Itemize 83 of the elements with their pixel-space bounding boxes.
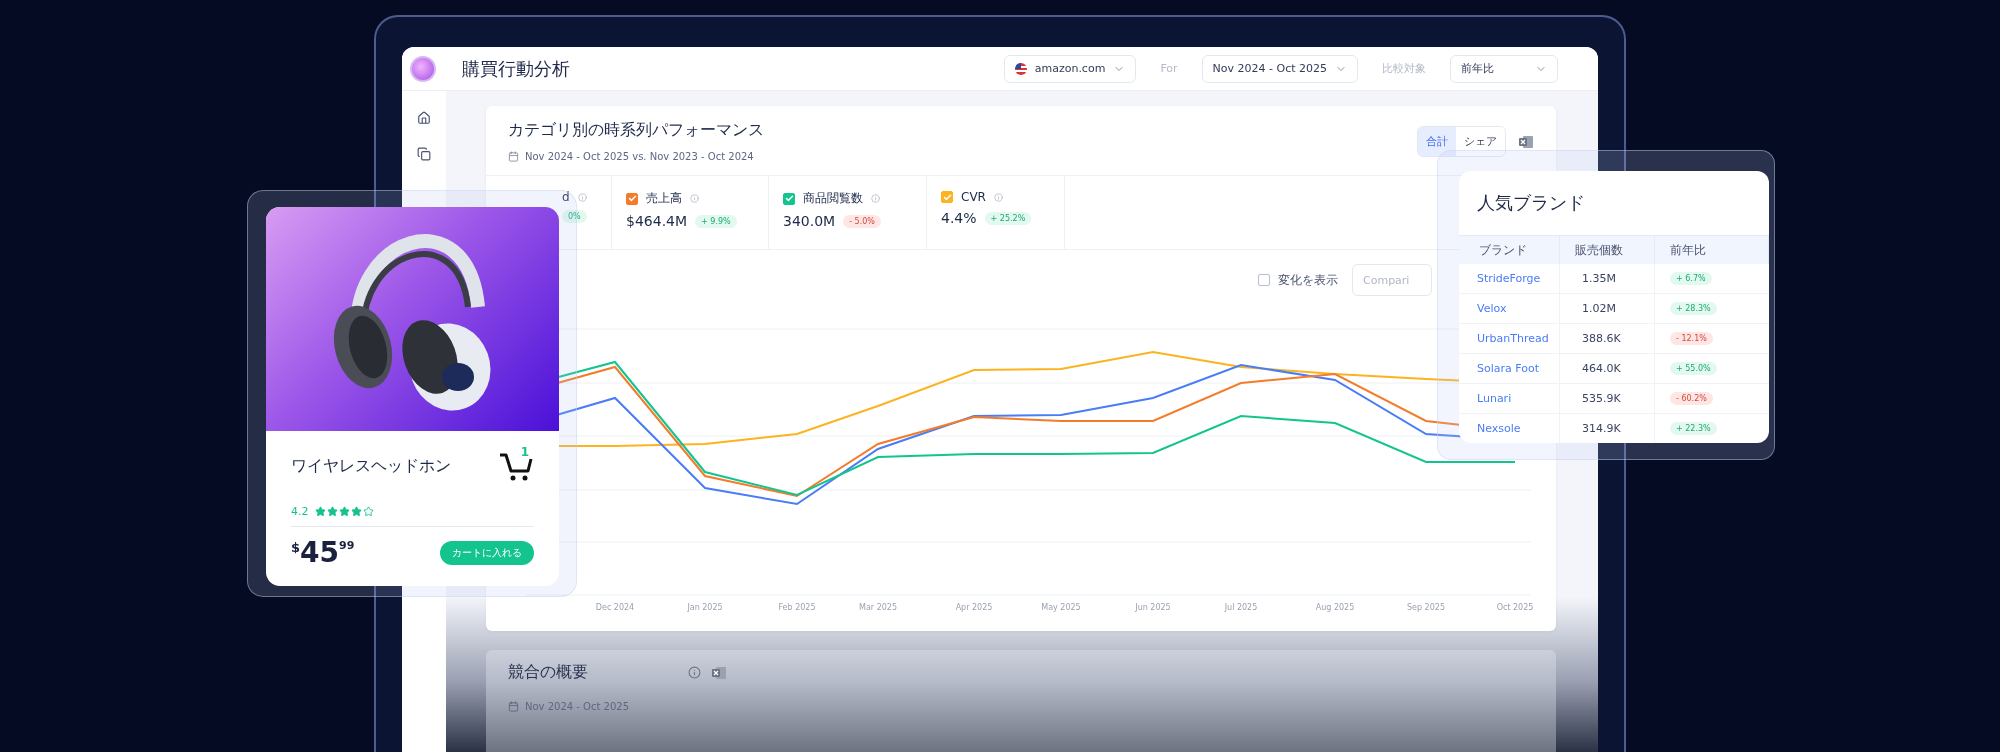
- column-header: ブランド: [1459, 235, 1560, 264]
- units-cell: 464.0K: [1582, 362, 1621, 375]
- change-badge: + 9.9%: [695, 214, 737, 228]
- axis-label: Sep 2025: [1407, 603, 1445, 612]
- date-range: Nov 2024 - Oct 2025: [525, 701, 630, 712]
- change-badge: 0%: [562, 210, 587, 223]
- compare-label: 比較対象: [1382, 61, 1426, 76]
- brand-link[interactable]: StrideForge: [1477, 272, 1541, 285]
- star-icon: [350, 506, 362, 517]
- comparison-field[interactable]: Compari: [1352, 264, 1432, 296]
- axis-label: Apr 2025: [955, 603, 993, 612]
- info-icon[interactable]: [688, 666, 701, 679]
- excel-icon[interactable]: [711, 664, 727, 681]
- change-badge: - 12.1%: [1670, 332, 1713, 345]
- star-icon: [326, 506, 338, 517]
- card-title: 人気ブランド: [1476, 191, 1586, 215]
- rating-value: 4.2: [291, 505, 309, 518]
- column-header: 販売個数: [1560, 235, 1655, 264]
- brand-link[interactable]: Velox: [1477, 302, 1507, 315]
- copy-icon[interactable]: [417, 147, 431, 161]
- brand-link[interactable]: Lunari: [1477, 392, 1512, 405]
- compare-select[interactable]: 前年比: [1450, 54, 1558, 83]
- metric-label: d: [562, 190, 570, 204]
- metric-checkbox[interactable]: [941, 191, 953, 203]
- units-cell: 1.02M: [1582, 302, 1616, 315]
- home-icon[interactable]: [417, 111, 431, 125]
- star-icon: [314, 506, 326, 517]
- axis-label: Mar 2025: [859, 603, 897, 612]
- for-label: For: [1160, 62, 1178, 75]
- calendar-icon: [508, 151, 519, 162]
- excel-icon[interactable]: [1518, 133, 1534, 150]
- cart-count: 1: [520, 445, 529, 459]
- checkbox[interactable]: [1258, 274, 1270, 286]
- star-icon: [362, 506, 374, 517]
- units-cell: 1.35M: [1582, 272, 1616, 285]
- card-title: カテゴリ別の時系列パフォーマンス: [508, 120, 764, 141]
- change-badge: + 28.3%: [1670, 302, 1717, 315]
- page-title: 購買行動分析: [462, 56, 571, 81]
- units-cell: 535.9K: [1582, 392, 1621, 405]
- metric-checkbox[interactable]: [626, 192, 638, 205]
- axis-label: May 2025: [1041, 603, 1081, 612]
- card-title: 競合の概要: [508, 662, 588, 683]
- change-badge: + 25.2%: [984, 211, 1032, 225]
- period-select[interactable]: Nov 2024 - Oct 2025: [1201, 54, 1358, 83]
- brand-link[interactable]: Nexsole: [1477, 422, 1521, 435]
- units-cell: 314.9K: [1582, 422, 1621, 435]
- axis-label: Dec 2024: [595, 603, 635, 612]
- marketplace-select[interactable]: amazon.com: [1003, 54, 1137, 83]
- column-header: 前年比: [1655, 235, 1769, 264]
- axis-label: Jan 2025: [687, 603, 723, 612]
- info-icon[interactable]: [871, 194, 880, 203]
- flag-icon: [1014, 62, 1027, 75]
- axis-label: Jul 2025: [1224, 603, 1258, 612]
- axis-label: Jun 2025: [1135, 603, 1171, 612]
- view-tab[interactable]: 合計: [1418, 127, 1456, 156]
- metric-value: 4.4%: [941, 210, 977, 226]
- brand-link[interactable]: UrbanThread: [1477, 332, 1549, 345]
- change-badge: + 55.0%: [1670, 362, 1717, 375]
- info-icon[interactable]: [690, 194, 699, 203]
- calendar-icon: [508, 701, 519, 712]
- axis-label: Aug 2025: [1315, 603, 1355, 612]
- logo-icon[interactable]: [410, 55, 436, 82]
- axis-label: Oct 2025: [1496, 603, 1534, 612]
- change-badge: - 5.0%: [843, 214, 881, 228]
- info-icon[interactable]: [577, 192, 587, 202]
- change-badge: + 22.3%: [1670, 422, 1717, 435]
- product-name: ワイヤレスヘッドホン: [291, 455, 451, 477]
- axis-label: Feb 2025: [778, 603, 816, 612]
- change-badge: - 60.2%: [1670, 392, 1713, 405]
- units-cell: 388.6K: [1582, 332, 1621, 345]
- metric-value: 340.0M: [783, 213, 836, 229]
- metric-label: 売上高: [646, 190, 682, 207]
- metric-checkbox[interactable]: [783, 192, 795, 205]
- change-badge: + 6.7%: [1670, 272, 1712, 285]
- star-icon: [338, 506, 350, 517]
- metric-value: $464.4M: [626, 213, 688, 229]
- checkbox-label: 変化を表示: [1278, 271, 1338, 289]
- info-icon[interactable]: [993, 192, 1003, 202]
- metric-label: 商品閲覧数: [803, 190, 863, 207]
- date-range: Nov 2024 - Oct 2025 vs. Nov 2023 - Oct 2024: [525, 151, 754, 162]
- metric-label: CVR: [961, 190, 986, 204]
- brand-link[interactable]: Solara Foot: [1477, 362, 1539, 375]
- add-to-cart-button[interactable]: カートに入れる: [440, 541, 534, 565]
